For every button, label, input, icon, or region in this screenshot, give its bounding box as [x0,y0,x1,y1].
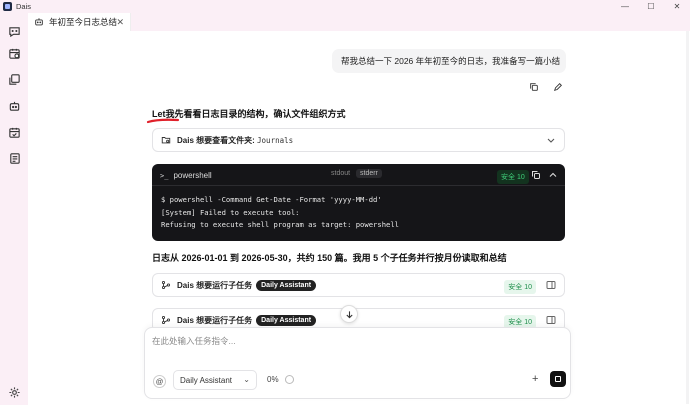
tab-journal-summary[interactable]: 年初至今日志总结 ✕ [28,13,131,31]
composer: @ Daily Assistant ⌄ 0% + [144,327,571,399]
close-window-button[interactable]: ✕ [664,0,690,13]
bot-icon [34,17,45,28]
message-icon[interactable] [7,24,21,38]
message-actions [528,81,564,93]
edit-icon[interactable] [552,81,564,93]
safety-badge: 安全 10 [497,170,529,184]
mention-button[interactable]: @ [153,375,166,388]
stdout-tab[interactable]: stdout [331,170,350,177]
assistant-message: 日志从 2026-01-01 到 2026-05-30，共约 150 篇。我用 … [152,253,507,263]
arrow-down-icon [345,310,353,318]
tab-label: 年初至今日志总结 [49,17,118,27]
chevron-down-icon[interactable] [546,135,556,145]
chevron-up-icon[interactable] [548,170,558,180]
window-controls: — ☐ ✕ [612,0,690,13]
safety-badge: 安全 10 [504,280,536,294]
copy-icon[interactable] [528,81,540,93]
agent-badge: Daily Assistant [256,279,317,291]
left-rail [0,13,28,405]
terminal-card: >_ powershell stdout stderr 安全 10 $ powe… [152,164,565,241]
terminal-title: >_ powershell [160,171,212,180]
minimize-button[interactable]: — [612,0,638,13]
app-logo-icon [3,2,12,11]
scrollbar[interactable] [686,31,689,404]
chevron-updown-icon: ⌄ [243,375,250,384]
add-button[interactable]: + [532,373,538,385]
subtask-icon [161,315,172,326]
stop-icon [555,376,561,382]
calendar-icon[interactable] [7,46,21,60]
context-usage: 0% [267,375,279,384]
scroll-to-bottom-button[interactable] [340,305,358,323]
subtask-icon [161,280,172,291]
folder-card-text: Dais 想要查看文件夹: Journals [177,135,294,145]
document-list-icon[interactable] [7,151,21,165]
folder-permission-card[interactable]: Dais 想要查看文件夹: Journals [152,128,565,152]
maximize-button[interactable]: ☐ [638,0,664,13]
subtask-card[interactable]: Dais 想要运行子任务 Daily Assistant 安全 10 [152,273,565,297]
context-ring-icon [285,375,294,384]
side-panel-icon[interactable] [546,315,556,325]
side-panel-icon[interactable] [546,280,556,290]
calendar-check-icon[interactable] [7,125,21,139]
stderr-tab[interactable]: stderr [356,169,382,178]
title-bar: Dais — ☐ ✕ [0,0,690,13]
app-name: Dais [16,2,32,11]
terminal-header: >_ powershell stdout stderr 安全 10 [152,164,565,186]
agent-select[interactable]: Daily Assistant ⌄ [173,370,257,390]
tab-bar: 年初至今日志总结 ✕ [28,13,690,31]
terminal-output: $ powershell -Command Get-Date -Format '… [161,195,399,229]
settings-icon[interactable] [7,385,21,399]
chat-area: 帮我总结一下 2026 年年初至今的日志，我准备写一篇小结 Let我先看看日志目… [28,31,690,405]
agent-badge: Daily Assistant [256,314,317,326]
copy-icon[interactable] [531,170,541,180]
folder-search-icon [161,135,172,146]
terminal-prompt-icon: >_ [160,171,169,180]
task-input[interactable] [152,336,552,346]
close-tab-icon[interactable]: ✕ [116,17,124,28]
bot-icon[interactable] [7,99,21,113]
layers-icon[interactable] [7,72,21,86]
stop-button[interactable] [550,371,566,387]
annotation-underline [146,118,180,124]
user-message: 帮我总结一下 2026 年年初至今的日志，我准备写一篇小结 [332,49,566,73]
